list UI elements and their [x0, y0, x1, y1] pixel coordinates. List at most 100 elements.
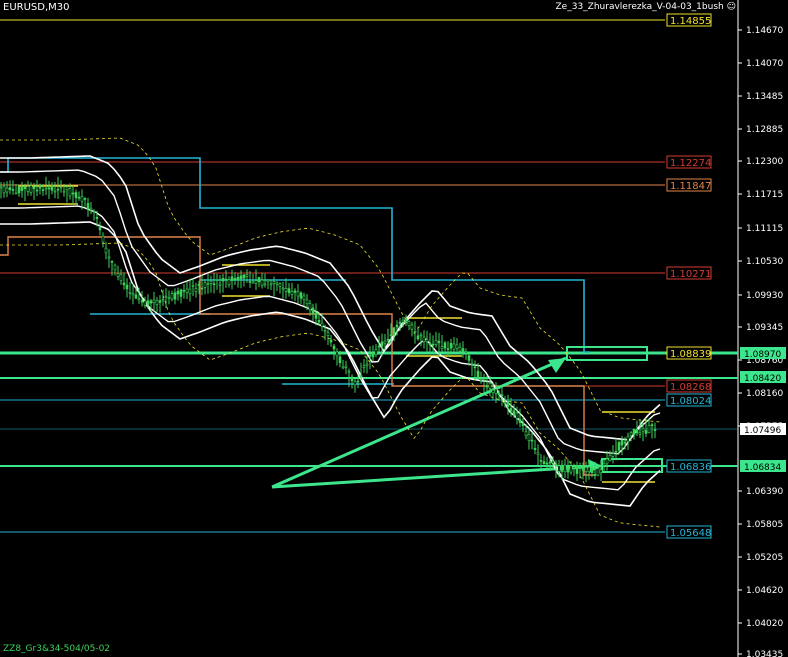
axis-tick-label: 1.05805	[746, 520, 783, 530]
candle-body	[101, 235, 105, 243]
candle-body	[317, 319, 321, 323]
candle-body	[68, 188, 72, 197]
axis-tick-label: 1.06390	[746, 487, 783, 497]
candle-body	[221, 277, 225, 282]
level-badge-label: 1.14855	[670, 16, 711, 27]
candle-body	[566, 467, 570, 473]
candle-body	[197, 283, 201, 286]
candle-body	[128, 291, 132, 294]
candle-body	[314, 312, 318, 319]
axis-tick-label: 1.08160	[746, 389, 783, 399]
candle-body	[320, 322, 324, 327]
candle-body	[164, 295, 168, 298]
axis-tick-label: 1.12300	[746, 157, 783, 167]
candle-body	[0, 186, 3, 189]
candle-body	[20, 187, 24, 191]
candle-body	[638, 432, 642, 435]
candle-body	[413, 330, 417, 333]
candle-body	[362, 365, 366, 368]
candle-body	[350, 376, 354, 382]
candle-body	[389, 334, 393, 337]
candle-body	[506, 401, 510, 407]
level-badge-label: 1.05648	[670, 528, 711, 539]
candle-body	[167, 297, 171, 299]
candle-body	[623, 441, 627, 444]
candle-body	[374, 349, 378, 355]
candle-body	[56, 188, 60, 191]
candle-body	[104, 247, 108, 254]
candle-body	[482, 378, 486, 381]
candle-body	[152, 299, 156, 303]
candle-body	[356, 380, 360, 383]
candle-body	[536, 452, 540, 455]
candle-body	[464, 351, 468, 353]
candle-body	[14, 192, 18, 195]
candle-body	[341, 366, 345, 369]
indicator-label: Ze_33_Zhuravlerezka_V-04-03_1bush ☺	[556, 2, 736, 12]
candle-body	[602, 463, 606, 466]
candle-body	[587, 466, 591, 473]
candle-body	[521, 423, 525, 426]
candle-body	[446, 348, 450, 350]
candle-body	[299, 292, 303, 299]
candle-body	[227, 279, 231, 285]
candle-body	[32, 186, 36, 190]
candle-body	[542, 461, 546, 465]
candle-body	[437, 340, 441, 344]
candle-body	[473, 366, 477, 369]
candle-body	[47, 187, 51, 190]
candle-body	[641, 428, 645, 432]
candle-body	[125, 284, 129, 290]
candle-body	[545, 462, 549, 465]
axis-price-badge-label: 1.08420	[744, 374, 781, 384]
candle-body	[560, 464, 564, 472]
candle-body	[269, 283, 273, 286]
axis-tick-label: 1.14670	[746, 26, 783, 36]
candle-body	[593, 474, 597, 476]
candle-body	[149, 300, 153, 304]
axis-tick-label: 1.09930	[746, 291, 783, 301]
candle-body	[284, 287, 288, 292]
candle-body	[503, 402, 507, 404]
candle-body	[596, 468, 600, 476]
candle-body	[485, 385, 489, 388]
candle-body	[308, 303, 312, 311]
candle-body	[74, 192, 78, 198]
candle-body	[422, 336, 426, 343]
axis-tick-label: 1.10530	[746, 257, 783, 267]
footer-label: ZZ8_Gr3&34-504/05-02	[3, 644, 111, 654]
candle-body	[452, 343, 456, 350]
candle-body	[311, 307, 315, 314]
candle-body	[278, 283, 282, 287]
candle-body	[644, 430, 648, 434]
candle-body	[260, 279, 264, 286]
candle-body	[407, 321, 411, 326]
candle-body	[626, 435, 630, 442]
candle-body	[44, 187, 48, 190]
candle-body	[65, 186, 69, 190]
candle-body	[116, 273, 120, 277]
candle-body	[332, 345, 336, 350]
candle-body	[209, 280, 213, 284]
candle-body	[290, 291, 294, 296]
axis-tick-label: 1.13485	[746, 92, 783, 102]
candle-body	[179, 289, 183, 297]
candle-body	[206, 283, 210, 285]
candle-body	[416, 335, 420, 340]
candle-body	[59, 186, 63, 189]
candle-body	[287, 288, 291, 294]
candle-body	[263, 283, 267, 286]
axis-tick-label: 1.11715	[746, 190, 783, 200]
price-chart[interactable]: 1.14670 1.14070 1.13485 1.12885 1.12300 1.117…	[0, 0, 788, 657]
axis-tick-label: 1.14070	[746, 59, 783, 69]
candle-body	[254, 280, 258, 284]
candle-body	[29, 185, 33, 193]
candle-body	[275, 282, 279, 285]
indicator-name: Ze_33_Zhuravlerezka_V-04-03_1bush	[555, 2, 724, 12]
candle-body	[548, 461, 552, 464]
candle-body	[203, 282, 207, 288]
candle-body	[404, 318, 408, 324]
candle-body	[53, 190, 57, 193]
candle-body	[530, 439, 534, 442]
candle-body	[524, 431, 528, 436]
